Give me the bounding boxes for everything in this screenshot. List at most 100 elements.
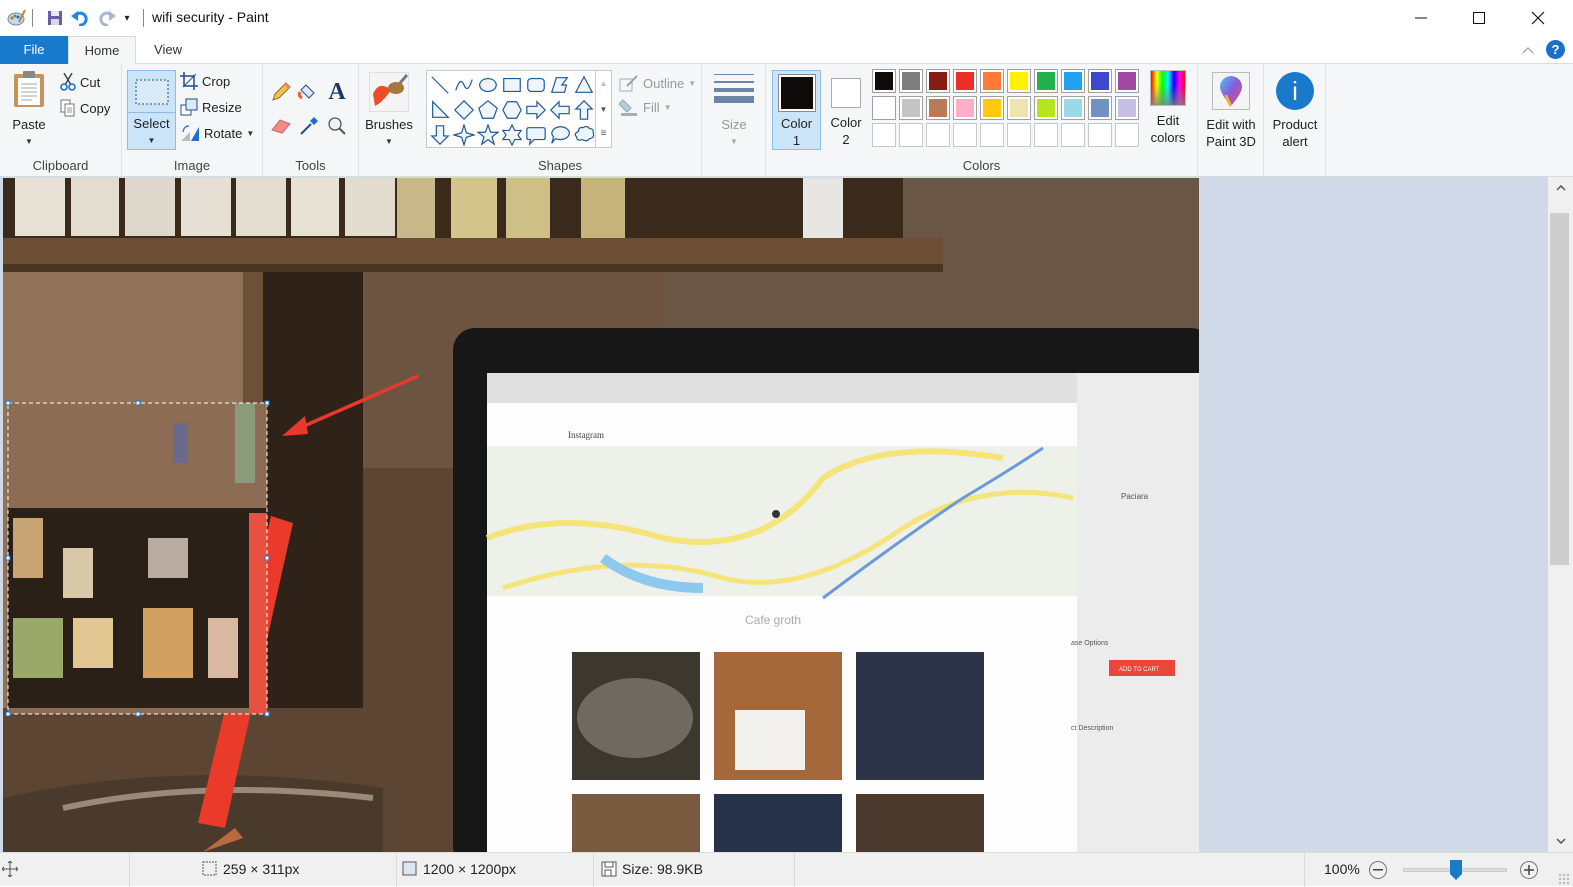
minimize-button[interactable] [1392, 0, 1450, 36]
crop-button[interactable]: Crop [180, 70, 230, 92]
color-swatch[interactable] [899, 69, 923, 93]
color-swatch[interactable] [1007, 96, 1031, 120]
color-swatch[interactable] [926, 96, 950, 120]
empty-color-swatch[interactable] [953, 123, 977, 147]
shape-hexagon-icon[interactable] [500, 98, 524, 122]
rotate-button[interactable]: Rotate ▼ [180, 122, 254, 144]
scroll-thumb[interactable] [1550, 213, 1569, 565]
shape-six-point-star-icon[interactable] [500, 123, 524, 147]
shape-down-arrow-icon[interactable] [428, 123, 452, 147]
color-swatch[interactable] [1061, 69, 1085, 93]
empty-color-swatch[interactable] [1088, 123, 1112, 147]
edit-with-paint3d-button[interactable]: Edit with Paint 3D [1202, 72, 1260, 150]
fill-button[interactable]: Fill ▼ [619, 96, 672, 118]
shape-triangle-icon[interactable] [572, 73, 596, 97]
color-swatch[interactable] [1088, 96, 1112, 120]
color2-button[interactable]: Color 2 [824, 70, 868, 150]
color-swatch[interactable] [980, 96, 1004, 120]
shape-left-arrow-icon[interactable] [548, 98, 572, 122]
scroll-down-icon[interactable]: ▼ [596, 97, 611, 123]
size-button[interactable]: Size ▼ [712, 72, 756, 150]
tab-file[interactable]: File [0, 36, 68, 64]
resize-button[interactable]: Resize [180, 96, 242, 118]
shape-right-arrow-icon[interactable] [524, 98, 548, 122]
shape-cloud-callout-icon[interactable] [572, 123, 596, 147]
color-swatch[interactable] [899, 96, 923, 120]
paste-button[interactable]: Paste ▼ [6, 70, 52, 150]
shape-rectangle-icon[interactable] [500, 73, 524, 97]
select-button[interactable]: Select ▼ [127, 70, 176, 150]
color-swatch[interactable] [1061, 96, 1085, 120]
scroll-up-icon[interactable]: ▲ [596, 71, 611, 97]
shape-five-point-star-icon[interactable] [476, 123, 500, 147]
color-swatch[interactable] [1115, 96, 1139, 120]
scroll-down-button[interactable] [1548, 832, 1573, 850]
vertical-scrollbar[interactable] [1548, 177, 1573, 852]
expand-gallery-icon[interactable]: ≡ [596, 123, 611, 149]
empty-color-swatch[interactable] [1007, 123, 1031, 147]
empty-color-swatch[interactable] [980, 123, 1004, 147]
shape-curve-icon[interactable] [452, 73, 476, 97]
empty-color-swatch[interactable] [872, 123, 896, 147]
zoom-out-button[interactable] [1369, 861, 1387, 879]
shape-oval-icon[interactable] [476, 73, 500, 97]
magnifier-icon[interactable] [325, 114, 349, 138]
color-swatch[interactable] [1034, 96, 1058, 120]
color-picker-icon[interactable] [297, 114, 321, 138]
resize-grip[interactable] [1558, 873, 1570, 885]
help-icon[interactable]: ? [1546, 40, 1565, 59]
shape-line-icon[interactable] [428, 73, 452, 97]
collapse-ribbon-button[interactable] [1520, 42, 1536, 58]
empty-color-swatch[interactable] [926, 123, 950, 147]
cut-button[interactable]: Cut [60, 71, 100, 93]
shape-right-triangle-icon[interactable] [428, 98, 452, 122]
color-swatch[interactable] [926, 69, 950, 93]
color-swatch[interactable] [1034, 69, 1058, 93]
copy-button[interactable]: Copy [60, 97, 110, 119]
color-swatch[interactable] [1007, 69, 1031, 93]
customize-dropdown-icon[interactable]: ▾ [120, 8, 134, 28]
zoom-slider[interactable] [1403, 860, 1507, 880]
maximize-button[interactable] [1450, 0, 1508, 36]
text-icon[interactable]: A [325, 79, 349, 105]
shape-oval-callout-icon[interactable] [548, 123, 572, 147]
eraser-icon[interactable] [269, 114, 293, 138]
pencil-icon[interactable] [269, 80, 293, 104]
color-swatch[interactable] [953, 96, 977, 120]
canvas-area[interactable]: Instagram Cafe groth Paciara ase Options… [0, 177, 1548, 852]
brushes-button[interactable]: Brushes ▼ [365, 72, 413, 150]
tab-view[interactable]: View [138, 36, 198, 64]
tab-home[interactable]: Home [68, 36, 136, 65]
save-icon[interactable] [44, 8, 66, 28]
scroll-up-button[interactable] [1548, 179, 1573, 197]
edit-colors-button[interactable]: Edit colors [1144, 70, 1192, 146]
image-canvas[interactable]: Instagram Cafe groth Paciara ase Options… [3, 178, 1199, 852]
shape-rounded-callout-icon[interactable] [524, 123, 548, 147]
zoom-slider-thumb[interactable] [1450, 860, 1462, 880]
shape-four-point-star-icon[interactable] [452, 123, 476, 147]
color-swatch[interactable] [872, 69, 896, 93]
empty-color-swatch[interactable] [1061, 123, 1085, 147]
zoom-in-button[interactable] [1520, 861, 1538, 879]
redo-icon[interactable] [95, 8, 119, 28]
shape-up-arrow-icon[interactable] [572, 98, 596, 122]
shape-diamond-icon[interactable] [452, 98, 476, 122]
outline-button[interactable]: Outline ▼ [619, 72, 696, 94]
color-swatch[interactable] [1115, 69, 1139, 93]
color-swatch[interactable] [872, 96, 896, 120]
shape-pentagon-icon[interactable] [476, 98, 500, 122]
undo-icon[interactable] [68, 8, 92, 28]
color-swatch[interactable] [953, 69, 977, 93]
color1-button[interactable]: Color 1 [772, 70, 821, 150]
fill-bucket-icon[interactable] [297, 80, 321, 104]
empty-color-swatch[interactable] [1115, 123, 1139, 147]
paint-app-icon[interactable] [4, 8, 28, 28]
close-button[interactable] [1509, 0, 1567, 36]
shape-rounded-rectangle-icon[interactable] [524, 73, 548, 97]
color-swatch[interactable] [1088, 69, 1112, 93]
color-swatch[interactable] [980, 69, 1004, 93]
product-alert-button[interactable]: i Product alert [1268, 72, 1322, 150]
shape-polygon-icon[interactable] [548, 73, 572, 97]
empty-color-swatch[interactable] [1034, 123, 1058, 147]
empty-color-swatch[interactable] [899, 123, 923, 147]
